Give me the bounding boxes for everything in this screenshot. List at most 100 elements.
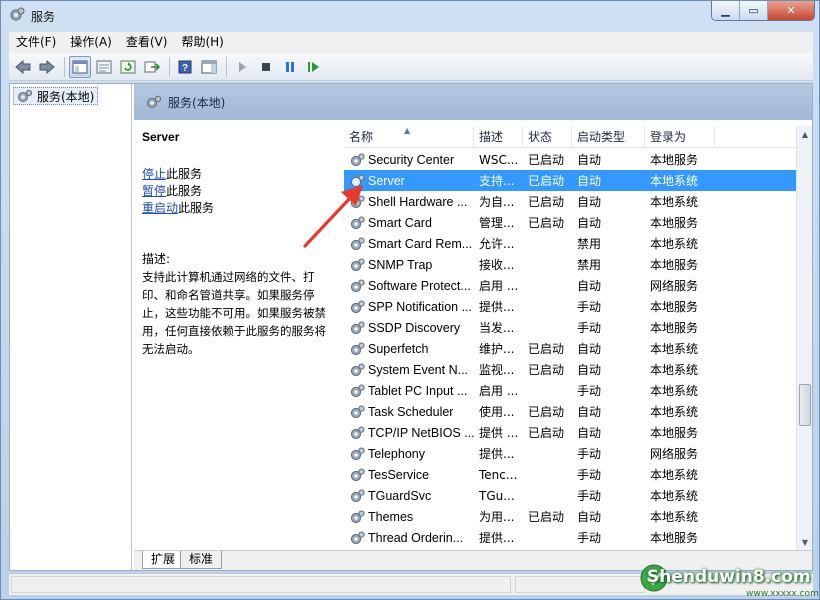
service-log-on-as: 本地服务: [650, 300, 699, 314]
scroll-up-icon[interactable]: ▲: [797, 126, 813, 142]
service-startup-type: 自动: [577, 216, 602, 230]
stop-link[interactable]: 停止: [142, 167, 166, 181]
maximize-button[interactable]: ▭: [740, 1, 768, 20]
service-name: TGuardSvc: [368, 488, 432, 503]
service-description: 接收...: [479, 258, 515, 272]
service-startup-type: 自动: [577, 195, 602, 209]
service-name-cell: Telephony: [344, 447, 474, 461]
service-startup-type: 禁用: [577, 237, 602, 251]
service-row[interactable]: Security Center WSC... 已启动 自动 本地服务: [344, 149, 796, 170]
service-row[interactable]: Server 支持... 已启动 自动 本地系统: [344, 170, 796, 191]
pause-service-button[interactable]: [279, 56, 301, 78]
column-header-status[interactable]: 状态: [523, 126, 572, 148]
column-header-description[interactable]: 描述: [474, 126, 523, 148]
service-description: 启用 ...: [479, 279, 519, 293]
refresh-button[interactable]: [117, 56, 139, 78]
console-tree-icon: [72, 60, 88, 73]
service-status: 已启动: [528, 342, 565, 356]
service-row[interactable]: Superfetch 维护... 已启动 自动 本地系统: [344, 338, 796, 359]
column-header-name[interactable]: ▲ 名称: [344, 126, 474, 148]
tab-extended[interactable]: 扩展: [142, 551, 185, 569]
action-stop: 停止此服务: [142, 166, 334, 183]
start-service-button[interactable]: [231, 56, 253, 78]
service-startup-type: 手动: [577, 447, 602, 461]
menu-view[interactable]: 查看(V): [119, 32, 175, 53]
column-header-label: 名称: [349, 130, 374, 144]
service-status: 已启动: [528, 363, 565, 377]
service-row[interactable]: Telephony 提供... 手动 网络服务: [344, 443, 796, 464]
menu-file[interactable]: 文件(F): [9, 32, 63, 53]
service-row[interactable]: TCP/IP NetBIOS ... 提供 ... 已启动 自动 本地服务: [344, 422, 796, 443]
stop-service-button[interactable]: [255, 56, 277, 78]
service-row[interactable]: Task Scheduler 使用... 已启动 自动 本地系统: [344, 401, 796, 422]
menu-action[interactable]: 操作(A): [63, 32, 119, 53]
column-header-log-on-as[interactable]: 登录为: [645, 126, 715, 148]
service-name-cell: Software Protect...: [344, 279, 474, 293]
vertical-scrollbar[interactable]: ▲ ▼: [796, 126, 812, 550]
service-row[interactable]: TesService Tenc... 手动 本地系统: [344, 464, 796, 485]
service-log-on-as: 本地系统: [650, 195, 699, 209]
service-name-cell: Smart Card Rem...: [344, 237, 474, 251]
service-description: 使用...: [479, 405, 515, 419]
service-row[interactable]: TGuardSvc TGu... 手动 本地系统: [344, 485, 796, 506]
sort-ascending-icon: ▲: [404, 126, 411, 135]
service-startup-type: 自动: [577, 510, 602, 524]
service-row[interactable]: Tablet PC Input ... 启用 ... 手动 本地系统: [344, 380, 796, 401]
action-suffix: 此服务: [166, 167, 203, 181]
service-row[interactable]: Thread Orderin... 提供... 手动 本地服务: [344, 527, 796, 548]
service-description: 支持...: [479, 174, 515, 188]
service-row[interactable]: Software Protect... 启用 ... 自动 网络服务: [344, 275, 796, 296]
pause-link[interactable]: 暂停: [142, 184, 166, 198]
service-name-cell: Shell Hardware ...: [344, 195, 474, 209]
service-startup-type: 禁用: [577, 258, 602, 272]
show-tree-button[interactable]: [69, 55, 91, 78]
service-row[interactable]: Smart Card 管理... 已启动 自动 本地服务: [344, 212, 796, 233]
service-gear-icon: [350, 237, 365, 250]
scrollbar-thumb[interactable]: [799, 384, 811, 426]
maximize-icon: ▭: [748, 4, 759, 17]
toolbar-separator: [226, 56, 227, 77]
forward-button[interactable]: [36, 56, 58, 78]
tab-standard[interactable]: 标准: [180, 551, 223, 569]
service-name-cell: TCP/IP NetBIOS ...: [344, 426, 474, 440]
service-gear-icon: [350, 510, 365, 523]
service-description: 监视...: [479, 363, 515, 377]
properties-button[interactable]: [93, 56, 115, 78]
console-tree: 服务(本地): [10, 84, 132, 570]
service-row[interactable]: Themes 为用... 已启动 自动 本地系统: [344, 506, 796, 527]
toolbar: ?: [9, 53, 813, 81]
restart-service-button[interactable]: [303, 56, 325, 78]
service-log-on-as: 本地系统: [650, 405, 699, 419]
restart-link[interactable]: 重启动: [142, 201, 178, 215]
minimize-button[interactable]: ▁: [712, 1, 740, 20]
services-gear-icon: [147, 95, 162, 108]
service-row[interactable]: SSDP Discovery 当发... 手动 本地服务: [344, 317, 796, 338]
mmc-content: 服务(本地) 服务(本地) Server 停止此服务 暂停此服务 重启动此服务 …: [9, 83, 813, 571]
scroll-down-icon[interactable]: ▼: [797, 534, 813, 550]
services-window: 服务 ▁ ▭ ✕ 文件(F) 操作(A) 查看(V) 帮助(H) ? 服务(本地…: [0, 0, 820, 600]
service-row[interactable]: SNMP Trap 接收... 禁用 本地服务: [344, 254, 796, 275]
show-action-pane-button[interactable]: [198, 56, 220, 78]
service-row[interactable]: SPP Notification ... 提供... 手动 本地服务: [344, 296, 796, 317]
service-row[interactable]: Smart Card Rem... 允许... 禁用 本地系统: [344, 233, 796, 254]
service-log-on-as: 本地服务: [650, 321, 699, 335]
service-name-cell: Task Scheduler: [344, 405, 474, 419]
details-header-title: 服务(本地): [168, 95, 226, 110]
export-list-button[interactable]: [141, 56, 163, 78]
service-description: TGu...: [479, 488, 515, 503]
column-header-startup-type[interactable]: 启动类型: [572, 126, 645, 148]
service-row[interactable]: System Event N... 监视... 已启动 自动 本地系统: [344, 359, 796, 380]
service-startup-type: 自动: [577, 153, 602, 167]
service-gear-icon: [350, 468, 365, 481]
back-button[interactable]: [12, 56, 34, 78]
service-row[interactable]: Shell Hardware ... 为自... 已启动 自动 本地系统: [344, 191, 796, 212]
title-bar[interactable]: 服务 ▁ ▭ ✕: [1, 1, 820, 31]
service-gear-icon: [350, 426, 365, 439]
tree-item-services-local[interactable]: 服务(本地): [13, 87, 99, 105]
status-cell: [11, 576, 511, 593]
close-button[interactable]: ✕: [768, 1, 814, 20]
service-name-cell: Thread Orderin...: [344, 531, 474, 545]
menu-help[interactable]: 帮助(H): [174, 32, 230, 53]
service-name-cell: TesService: [344, 468, 474, 482]
help-button[interactable]: ?: [174, 56, 196, 78]
